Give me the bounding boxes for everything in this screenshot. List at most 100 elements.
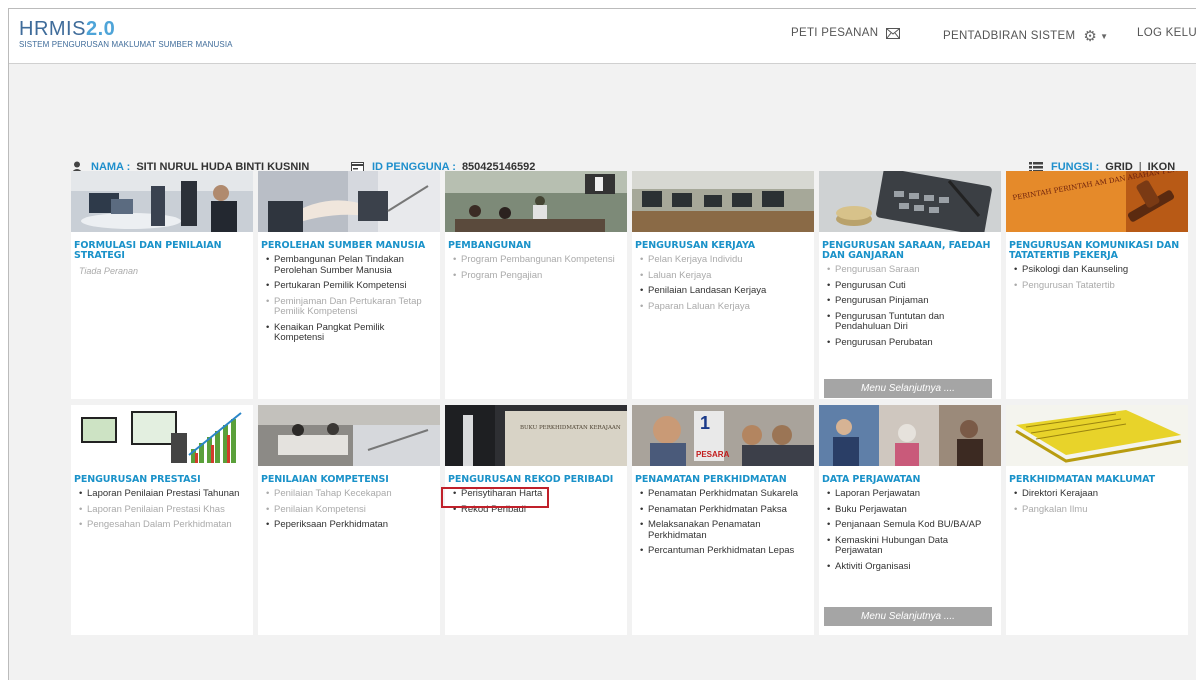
app-frame: HRMIS2.0 SISTEM PENGURUSAN MAKLUMAT SUMB…	[8, 8, 1196, 680]
nav-pentadbiran-label: PENTADBIRAN SISTEM	[943, 30, 1076, 42]
item-laporan-prestasi-khas: Laporan Penilaian Prestasi Khas	[79, 504, 247, 516]
tile-item-list: Pelan Kerjaya Individu Laluan Kerjaya Pe…	[632, 254, 814, 313]
item-pengurusan-pinjaman[interactable]: Pengurusan Pinjaman	[827, 295, 995, 307]
item-laporan-perjawatan[interactable]: Laporan Perjawatan	[827, 488, 995, 500]
item-buku-perjawatan[interactable]: Buku Perjawatan	[827, 504, 995, 516]
tile-perolehan[interactable]: PEROLEHAN SUMBER MANUSIA Pembangunan Pel…	[258, 171, 440, 399]
tile-komunikasi[interactable]: PERINTAH PERINTAH AM DAN ARAHAN PENTADBI…	[1006, 171, 1188, 399]
tile-item-list: Penilaian Tahap Kecekapan Penilaian Komp…	[258, 488, 440, 531]
logo-subtitle: SISTEM PENGURUSAN MAKLUMAT SUMBER MANUSI…	[19, 40, 233, 49]
item-pertukaran-pemilik[interactable]: Pertukaran Pemilik Kompetensi	[266, 280, 434, 292]
envelope-icon	[886, 27, 901, 39]
tile-item-list: Direktori Kerajaan Pangkalan Ilmu	[1006, 488, 1188, 516]
tile-perjawatan[interactable]: DATA PERJAWATAN Laporan Perjawatan Buku …	[819, 405, 1001, 635]
tile-item-list: Laporan Penilaian Prestasi Tahunan Lapor…	[71, 488, 253, 531]
item-peperiksaan[interactable]: Peperiksaan Perkhidmatan	[266, 519, 434, 531]
tile-item-list: Program Pembangunan Kompetensi Program P…	[445, 254, 627, 282]
item-pengurusan-tuntutan[interactable]: Pengurusan Tuntutan dan Pendahuluan Diri	[827, 311, 995, 333]
item-penilaian-landasan[interactable]: Penilaian Landasan Kerjaya	[640, 285, 808, 297]
item-penilaian-kompetensi: Penilaian Kompetensi	[266, 504, 434, 516]
tile-title: PENGURUSAN KERJAYA	[635, 240, 756, 251]
tile-title: FORMULASI DAN PENILAIAN STRATEGI	[74, 240, 222, 261]
tile-image-calculator	[819, 171, 1001, 232]
pesara-text: PESARA	[696, 450, 730, 459]
nav-peti-pesanan[interactable]: PETI PESANAN	[791, 27, 901, 39]
tile-item-list: Laporan Perjawatan Buku Perjawatan Penja…	[819, 488, 1001, 573]
tile-image-chart	[71, 405, 253, 466]
tile-title: PENGURUSAN PRESTASI	[74, 474, 201, 485]
nav-log-keluar[interactable]: LOG KELUAR	[1137, 27, 1196, 39]
tile-title: PENGURUSAN REKOD PERIBADI	[448, 474, 614, 485]
tile-item-list: Pembangunan Pelan Tindakan Perolehan Sum…	[258, 254, 440, 344]
item-pengurusan-perubatan[interactable]: Pengurusan Perubatan	[827, 337, 995, 349]
tile-item-list: Psikologi dan Kaunseling Pengurusan Tata…	[1006, 264, 1188, 292]
header-bar: HRMIS2.0 SISTEM PENGURUSAN MAKLUMAT SUMB…	[9, 9, 1196, 64]
tile-kerjaya[interactable]: PENGURUSAN KERJAYA Pelan Kerjaya Individ…	[632, 171, 814, 399]
tile-maklumat[interactable]: PERKHIDMATAN MAKLUMAT Direktori Kerajaan…	[1006, 405, 1188, 635]
tile-penilaian-kompetensi[interactable]: PENILAIAN KOMPETENSI Penilaian Tahap Kec…	[258, 405, 440, 635]
nav-peti-pesanan-label: PETI PESANAN	[791, 27, 879, 39]
item-penamatan-paksa[interactable]: Penamatan Perkhidmatan Paksa	[640, 504, 808, 516]
item-pangkalan-ilmu: Pangkalan Ilmu	[1014, 504, 1182, 516]
tile-penamatan[interactable]: 1 PESARA PENAMATAN PERKHIDMATAN Penamatan…	[632, 405, 814, 635]
item-pelan-kerjaya: Pelan Kerjaya Individu	[640, 254, 808, 266]
item-direktori-kerajaan[interactable]: Direktori Kerajaan	[1014, 488, 1182, 500]
item-pengurusan-cuti[interactable]: Pengurusan Cuti	[827, 280, 995, 292]
logo-text: HRMIS	[19, 18, 86, 40]
item-penilaian-tahap: Penilaian Tahap Kecekapan	[266, 488, 434, 500]
tile-image-office	[632, 171, 814, 232]
tile-title: PENGURUSAN KOMUNIKASI DAN TATATERTIB PEK…	[1009, 240, 1180, 261]
item-penjanaan-semula[interactable]: Penjanaan Semula Kod BU/BA/AP	[827, 519, 995, 531]
item-penamatan-sukarela[interactable]: Penamatan Perkhidmatan Sukarela	[640, 488, 808, 500]
item-program-pembangunan: Program Pembangunan Kompetensi	[453, 254, 621, 266]
tile-prestasi[interactable]: PENGURUSAN PRESTASI Laporan Penilaian Pr…	[71, 405, 253, 635]
nav-log-keluar-label: LOG KELUAR	[1137, 27, 1196, 39]
nav-pentadbiran-sistem[interactable]: PENTADBIRAN SISTEM ⚙ ▼	[943, 27, 1108, 45]
item-pengurusan-saraan: Pengurusan Saraan	[827, 264, 995, 276]
tile-title: PEMBANGUNAN	[448, 240, 532, 251]
item-kemaskini-hubungan[interactable]: Kemaskini Hubungan Data Perjawatan	[827, 535, 995, 557]
item-percantuman[interactable]: Percantuman Perkhidmatan Lepas	[640, 545, 808, 557]
logo[interactable]: HRMIS2.0 SISTEM PENGURUSAN MAKLUMAT SUMB…	[19, 19, 233, 49]
tile-image-gavel: PERINTAH PERINTAH AM DAN ARAHAN PENTADBI…	[1006, 171, 1188, 232]
tile-item-list: Pengurusan Saraan Pengurusan Cuti Pengur…	[819, 264, 1001, 349]
item-melaksanakan-penamatan[interactable]: Melaksanakan Penamatan Perkhidmatan	[640, 519, 808, 541]
item-pembangunan-pelan[interactable]: Pembangunan Pelan Tindakan Perolehan Sum…	[266, 254, 434, 276]
item-pengesahan: Pengesahan Dalam Perkhidmatan	[79, 519, 247, 531]
tile-title: PENAMATAN PERKHIDMATAN	[635, 474, 787, 485]
gear-icon: ⚙	[1083, 28, 1098, 45]
tile-rekod-peribadi[interactable]: BUKU PERKHIDMATAN KERAJAAN PENGURUSAN RE…	[441, 405, 627, 635]
tile-image-pesara: 1 PESARA	[632, 405, 814, 466]
tile-image-classroom	[445, 171, 627, 232]
menu-selanjutnya-button[interactable]: Menu Selanjutnya ....	[824, 379, 992, 398]
tile-title: PENILAIAN KOMPETENSI	[261, 474, 389, 485]
tile-image-meeting	[71, 171, 253, 232]
item-peminjaman-pertukaran: Peminjaman Dan Pertukaran Tetap Pemilik …	[266, 296, 434, 318]
highlight-box	[441, 487, 549, 508]
item-laporan-prestasi-tahunan[interactable]: Laporan Penilaian Prestasi Tahunan	[79, 488, 247, 500]
item-paparan-laluan: Paparan Laluan Kerjaya	[640, 301, 808, 313]
tile-image-directory	[1006, 405, 1188, 466]
item-kenaikan-pangkat[interactable]: Kenaikan Pangkat Pemilik Kompetensi	[266, 322, 434, 344]
tile-image-book: BUKU PERKHIDMATAN KERAJAAN	[445, 405, 627, 466]
caret-down-icon: ▼	[1100, 31, 1109, 41]
menu-selanjutnya-button[interactable]: Menu Selanjutnya ....	[824, 607, 992, 626]
item-psikologi[interactable]: Psikologi dan Kaunseling	[1014, 264, 1182, 276]
logo-version: 2.0	[85, 18, 116, 40]
tile-saraan[interactable]: PENGURUSAN SARAAN, FAEDAH DAN GANJARAN P…	[819, 171, 1001, 399]
item-program-pengajian: Program Pengajian	[453, 270, 621, 282]
tile-image-handshake	[258, 171, 440, 232]
tile-image-people	[819, 405, 1001, 466]
tile-formulasi[interactable]: FORMULASI DAN PENILAIAN STRATEGI Tiada P…	[71, 171, 253, 399]
tile-image-interview	[258, 405, 440, 466]
banner-number: 1	[700, 413, 710, 433]
tiada-peranan-text: Tiada Peranan	[79, 266, 138, 276]
tile-title: PENGURUSAN SARAAN, FAEDAH DAN GANJARAN	[822, 240, 991, 261]
item-aktiviti-organisasi[interactable]: Aktiviti Organisasi	[827, 561, 995, 573]
item-pengurusan-tatatertib: Pengurusan Tatatertib	[1014, 280, 1182, 292]
tile-title: DATA PERJAWATAN	[822, 474, 921, 485]
tile-title: PEROLEHAN SUMBER MANUSIA	[261, 240, 426, 251]
tile-item-list: Penamatan Perkhidmatan Sukarela Penamata…	[632, 488, 814, 557]
tile-pembangunan[interactable]: PEMBANGUNAN Program Pembangunan Kompeten…	[445, 171, 627, 399]
buku-perkhidmatan-text: BUKU PERKHIDMATAN KERAJAAN	[520, 425, 621, 431]
